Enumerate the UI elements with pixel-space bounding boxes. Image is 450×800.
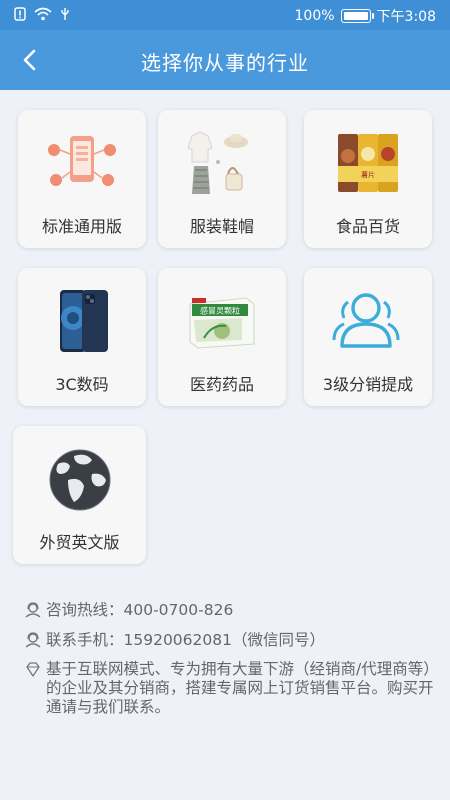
hotline-text: 咨询热线：400-0700-826 — [46, 601, 234, 619]
industry-label: 食品百货 — [335, 217, 400, 236]
contact-person-icon — [25, 632, 41, 648]
industry-card-foreign-trade[interactable]: 外贸英文版 — [13, 426, 146, 564]
title-bar: 选择你从事的行业 — [0, 30, 450, 90]
contact-info: 咨询热线：400-0700-826 联系手机：15920062081（微信同号）… — [24, 600, 434, 717]
medicine-box-text: 感冒灵颗粒 — [200, 306, 240, 316]
clock: 下午3:08 — [376, 9, 436, 25]
industry-card-general[interactable]: 标准通用版 — [18, 110, 146, 248]
industry-label: 医药药品 — [189, 375, 254, 394]
snack-icon: 薯片 — [304, 128, 432, 200]
users-icon — [304, 286, 432, 358]
industry-card-food[interactable]: 薯片 食品百货 — [304, 110, 432, 248]
page-title: 选择你从事的行业 — [141, 51, 309, 75]
industry-label: 3C数码 — [55, 375, 109, 394]
battery-percent: 100% — [294, 8, 335, 24]
battery-icon — [340, 9, 374, 23]
industry-card-medicine[interactable]: 感冒灵颗粒 医药药品 — [158, 268, 286, 406]
diamond-icon — [26, 662, 40, 677]
description-text: 基于互联网模式、专为拥有大量下游（经销商/代理商等）的企业及其分销商，搭建专属网… — [46, 660, 434, 716]
battery-level-fill — [343, 12, 368, 20]
industry-card-distribution[interactable]: 3级分销提成 — [304, 268, 432, 406]
notification-icon — [14, 7, 26, 21]
industry-label: 服装鞋帽 — [189, 217, 254, 236]
industry-label: 外贸英文版 — [39, 533, 120, 552]
mobile-text: 联系手机：15920062081（微信同号） — [46, 631, 325, 649]
medicine-box-icon: 感冒灵颗粒 — [158, 286, 286, 358]
mobile-row[interactable]: 联系手机：15920062081（微信同号） — [24, 630, 434, 650]
usb-icon — [61, 8, 69, 20]
industry-card-clothing[interactable]: 服装鞋帽 — [158, 110, 286, 248]
clothing-icon — [158, 128, 286, 200]
industry-label: 标准通用版 — [41, 217, 122, 236]
phone-network-icon — [18, 128, 146, 200]
wifi-icon — [34, 7, 52, 21]
globe-icon — [13, 444, 146, 516]
industry-label: 3级分销提成 — [322, 375, 414, 394]
industry-card-3c[interactable]: 3C数码 — [18, 268, 146, 406]
headset-icon — [25, 602, 41, 618]
hotline-row[interactable]: 咨询热线：400-0700-826 — [24, 600, 434, 620]
svg-text:薯片: 薯片 — [361, 170, 375, 179]
smartphone-icon — [18, 286, 146, 358]
status-bar: 100% 下午3:08 — [0, 0, 450, 30]
description-row: 基于互联网模式、专为拥有大量下游（经销商/代理商等）的企业及其分销商，搭建专属网… — [24, 660, 434, 717]
